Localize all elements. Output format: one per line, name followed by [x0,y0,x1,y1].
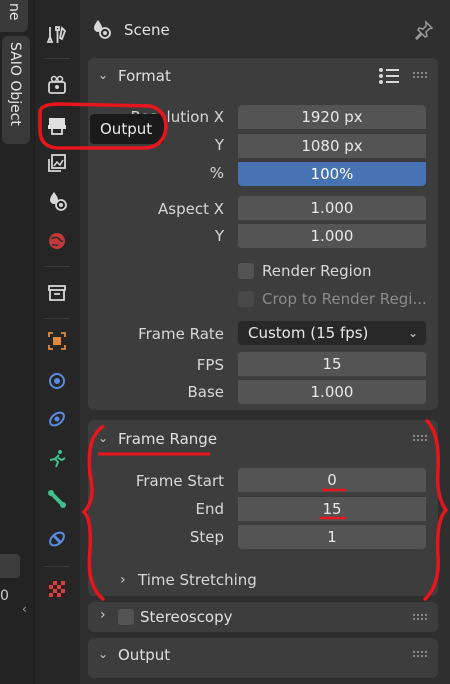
frame-end-field[interactable]: 15 [238,496,426,521]
bone-constraint-icon [49,531,65,547]
panel-title: Frame Range [118,430,218,448]
tab-separator [44,318,70,319]
aspect-y-label: Y [214,227,224,245]
tab-separator [44,58,70,59]
resolution-percent-slider[interactable]: 100% [238,161,426,186]
frame-step-label: Step [189,528,224,546]
chevron-right-icon: › [100,607,106,623]
scene-icon [50,192,67,211]
frame-end-label: End [195,500,224,518]
frame-start-label: Frame Start [135,472,224,490]
chevron-down-icon: ⌄ [98,68,109,82]
frame-start-field[interactable]: 0 [238,468,426,492]
chevron-down-icon: ⌄ [407,326,418,340]
pin-icon[interactable] [414,20,434,44]
sidebar-tab-partial[interactable]: ne [0,0,28,32]
tab-physics[interactable] [40,444,74,474]
crop-region-checkbox[interactable] [238,291,254,307]
object-icon [48,332,66,350]
sidebar-tab-saio-object[interactable]: SAIO Object [2,36,30,144]
fps-label: FPS [196,356,224,374]
drag-handle-icon[interactable] [412,434,428,442]
context-title: Scene [124,21,170,39]
tab-world[interactable] [40,226,74,256]
fps-field[interactable]: 15 [238,352,426,376]
frame-rate-dropdown[interactable]: Custom (15 fps) ⌄ [238,321,426,345]
aspect-x-label: Aspect X [158,200,224,218]
tooltip-text: Output [100,120,153,138]
sidebar-tab-label: SAIO Object [7,42,23,126]
resolution-x-field[interactable]: 1920 px [238,105,426,129]
world-icon [49,233,65,249]
tab-modifiers[interactable] [40,366,74,396]
viewport-value: 0 [0,588,9,604]
frame-rate-value: Custom (15 fps) [248,324,369,342]
scene-icon [90,18,112,44]
tab-tooltip: Output [90,114,164,144]
sidebar-tab-label: ne [6,3,22,21]
tab-texture[interactable] [40,574,74,604]
render-camera-icon [48,75,66,94]
render-region-label: Render Region [262,262,372,280]
bone-icon [48,490,66,508]
tab-output[interactable] [40,110,74,140]
resolution-percent-label: % [209,164,224,182]
tab-scene[interactable] [40,186,74,216]
stereoscopy-checkbox[interactable] [118,609,134,625]
collapse-arrow-icon[interactable]: ‹ [22,602,27,616]
crop-region-label: Crop to Render Regi... [262,290,427,308]
presets-list-icon[interactable] [378,67,400,89]
chevron-down-icon: ⌄ [98,647,109,661]
checker-texture-icon [49,581,65,597]
time-stretching-subpanel-header[interactable]: › Time Stretching [118,570,318,592]
chevron-down-icon: ⌄ [98,431,109,445]
aspect-y-field[interactable]: 1.000 [238,223,426,248]
view-layer-icon [48,154,66,172]
tab-separator [44,266,70,267]
panel-title: Format [118,67,171,85]
tab-particles[interactable] [40,404,74,434]
collection-box-icon [48,285,66,301]
frame-range-panel-header[interactable]: ⌄ Frame Range [88,420,438,454]
context-header: Scene [88,12,438,48]
tab-separator [44,566,70,567]
subpanel-title: Time Stretching [138,571,257,589]
physics-orbit-icon [49,373,65,389]
tab-object-constraints[interactable] [40,524,74,554]
base-field[interactable]: 1.000 [238,379,426,404]
drag-handle-icon[interactable] [412,71,428,79]
viewport-widget[interactable] [0,554,20,578]
tab-render[interactable] [40,70,74,100]
frame-step-field[interactable]: 1 [238,524,426,549]
constraint-icon [49,411,65,427]
format-panel-header[interactable]: ⌄ Format [88,58,438,92]
tab-object-data[interactable] [40,484,74,514]
tab-object[interactable] [40,326,74,356]
drag-handle-icon[interactable] [412,650,428,658]
tab-view-layer[interactable] [40,148,74,178]
output-printer-icon [48,118,66,135]
tab-collection[interactable] [40,278,74,308]
base-label: Base [187,383,224,401]
resolution-y-field[interactable]: 1080 px [238,133,426,158]
drag-handle-icon[interactable] [412,613,428,621]
render-region-checkbox[interactable] [238,263,254,279]
panel-title: Stereoscopy [140,608,233,626]
tab-tool[interactable] [40,20,74,50]
frame-rate-label: Frame Rate [138,325,224,343]
panel-title: Output [118,646,171,664]
aspect-x-field[interactable]: 1.000 [238,196,426,220]
output-panel[interactable]: ⌄ Output [88,638,438,678]
stereoscopy-panel[interactable]: › Stereoscopy [88,602,438,632]
chevron-right-icon: › [120,572,126,588]
tool-icon [46,26,67,43]
running-figure-icon [49,450,66,468]
